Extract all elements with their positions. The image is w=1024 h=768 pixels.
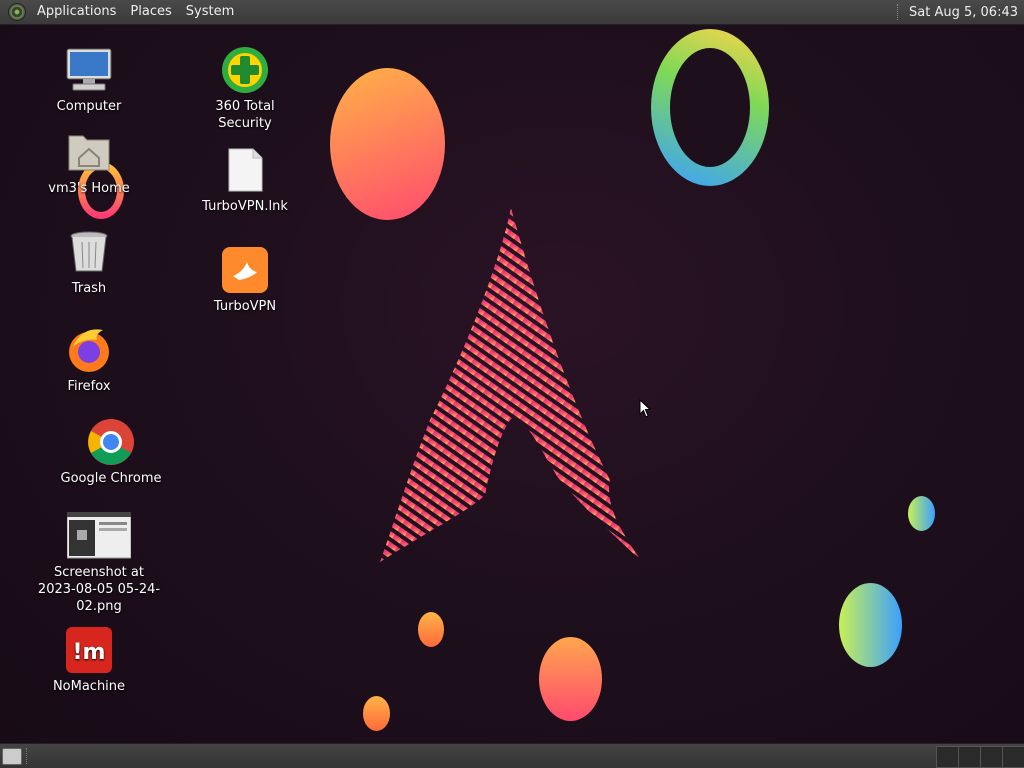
desktop-icon-label: TurboVPN [213,299,277,314]
desktop-icon-computer[interactable]: Computer [34,46,144,115]
desktop-icon-chrome[interactable]: Google Chrome [56,418,166,487]
desktop-icon-label: Google Chrome [60,471,162,486]
desktop-icon-label: 360 Total Security [215,99,275,131]
image-thumbnail-icon [66,511,132,560]
desktop-icon-label: Screenshot at 2023-08-05 05-24-02.png [37,565,161,614]
360-security-icon [221,46,269,94]
show-desktop-button[interactable] [2,748,22,765]
desktop-icon-trash[interactable]: Trash [34,228,144,297]
home-folder-icon [65,128,113,176]
desktop-icon-firefox[interactable]: Firefox [34,326,144,395]
turbovpn-icon [221,246,269,294]
trash-icon [65,228,113,276]
desktop-icon-360-security[interactable]: 360 Total Security [190,46,300,132]
desktop-icon-nomachine[interactable]: !m NoMachine [34,626,144,695]
workspace-3[interactable] [980,746,1003,768]
desktop-icon-label: vm3's Home [48,181,130,196]
computer-icon [65,46,113,94]
workspace-4[interactable] [1002,746,1024,768]
desktop-icon-label: NoMachine [52,679,126,694]
desktop-icon-label: TurboVPN.lnk [202,199,288,214]
chrome-icon [87,418,135,466]
workspace-2[interactable] [958,746,981,768]
svg-text:!m: !m [73,640,106,665]
desktop-icon-turbovpn-lnk[interactable]: TurboVPN.lnk [190,146,300,215]
bottom-panel [0,743,1024,768]
workspace-1[interactable] [936,746,959,768]
panel-handle [26,748,31,764]
arch-logo-artwork [380,208,642,562]
desktop-icon-turbovpn[interactable]: TurboVPN [190,246,300,315]
file-icon [221,146,269,194]
desktop-icon-label: Trash [71,281,107,296]
desktop-icon-label: Firefox [67,379,111,394]
firefox-icon [65,326,113,374]
desktop-icon-home[interactable]: vm3's Home [34,128,144,197]
nomachine-icon: !m [65,626,113,674]
mouse-cursor-icon [639,399,652,418]
desktop-icon-label: Computer [56,99,122,114]
desktop-icon-screenshot[interactable]: Screenshot at 2023-08-05 05-24-02.png [34,511,164,615]
